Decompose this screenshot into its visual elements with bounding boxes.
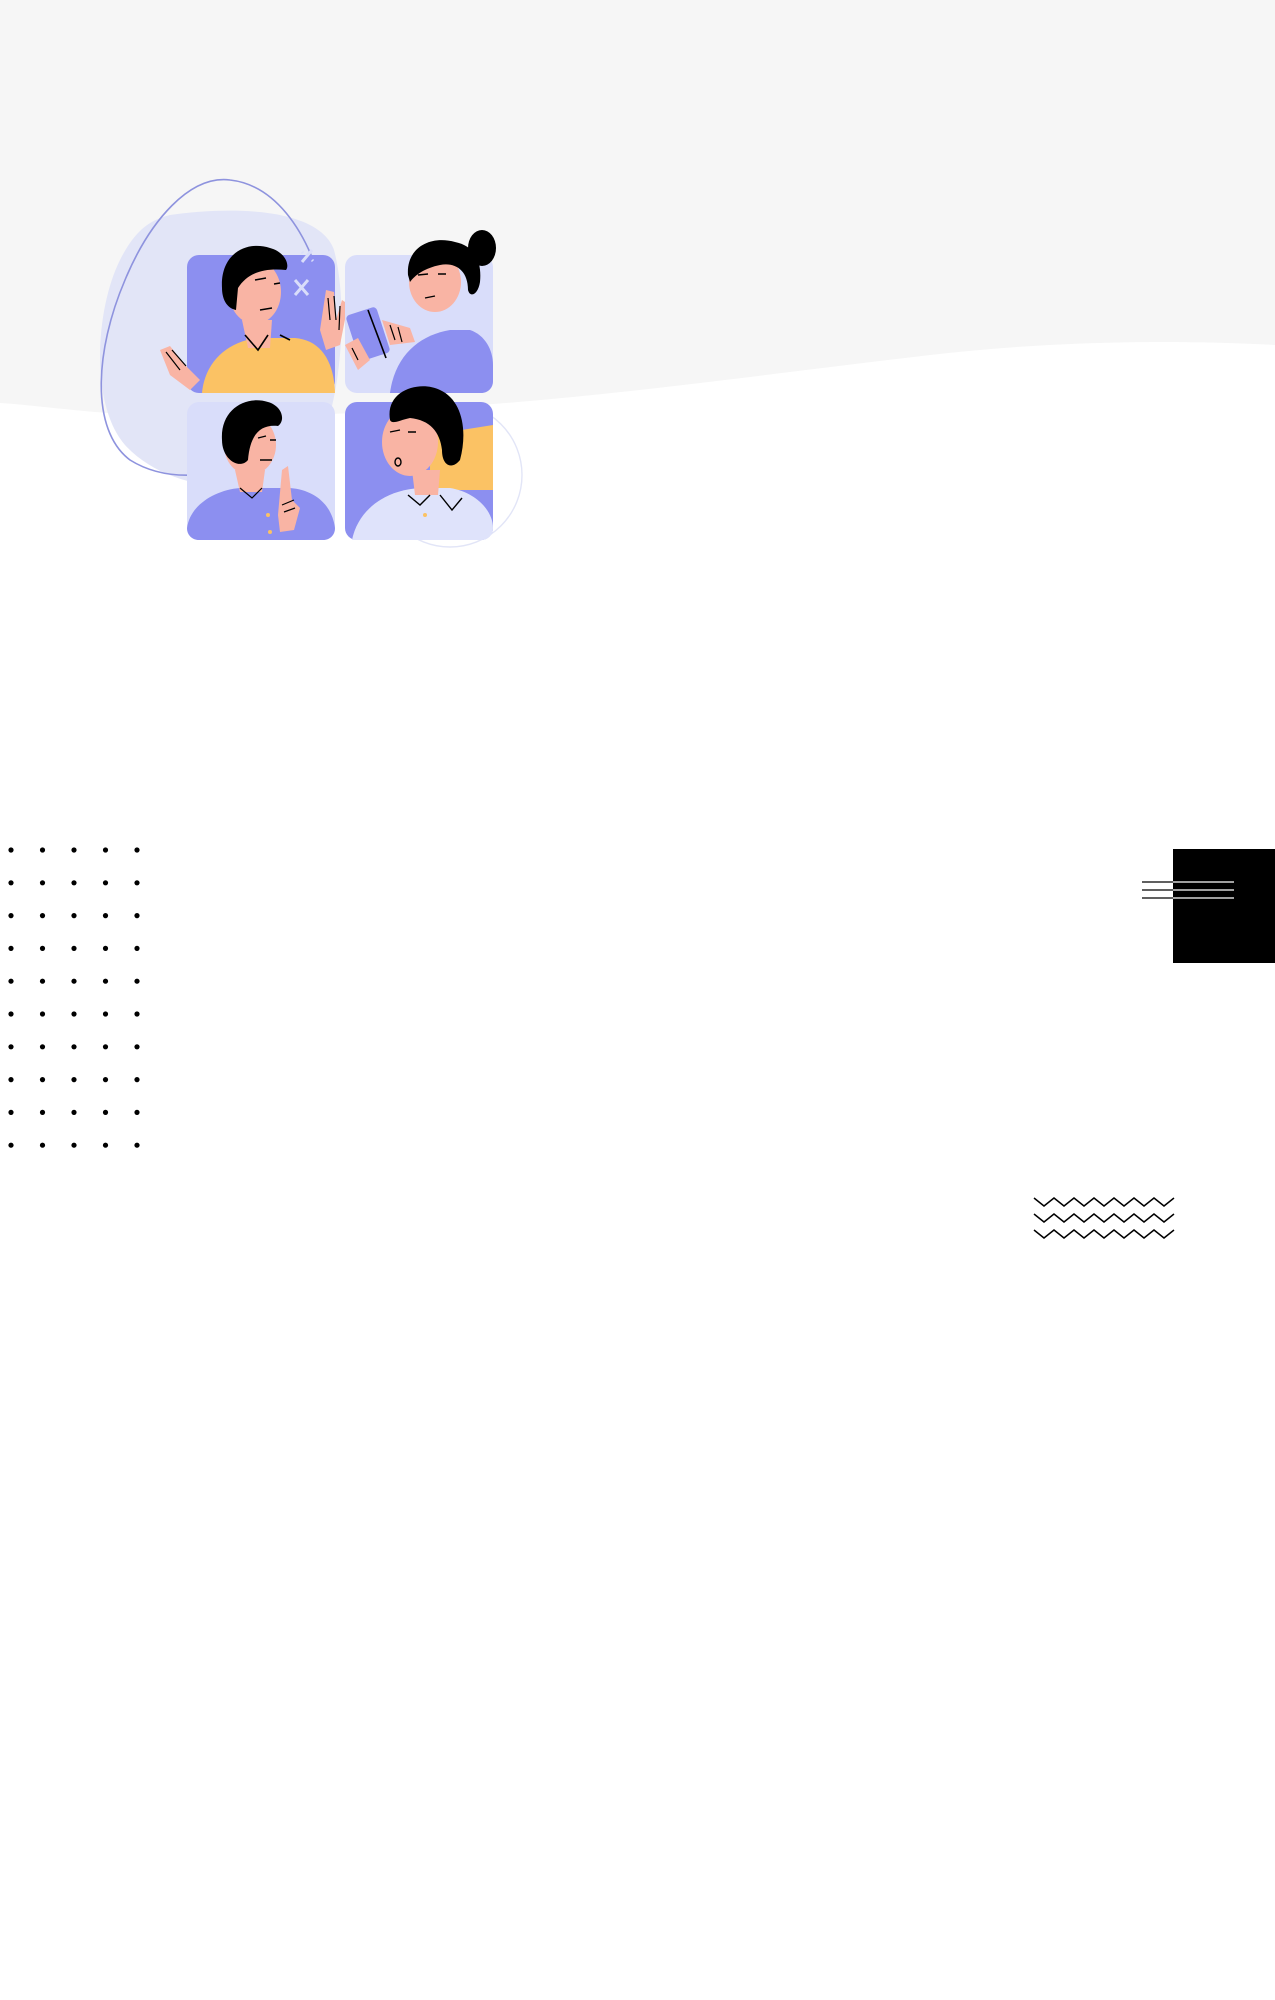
grid-dot bbox=[102, 1044, 109, 1050]
grid-dot bbox=[39, 913, 46, 919]
zigzag-line bbox=[1033, 1229, 1175, 1239]
grid-dot bbox=[71, 978, 77, 984]
grid-dot bbox=[71, 880, 77, 886]
grid-dot bbox=[134, 1044, 140, 1050]
grid-dot bbox=[134, 1011, 140, 1017]
grid-dot bbox=[8, 913, 14, 919]
grid-dot bbox=[102, 1142, 109, 1148]
grid-dot bbox=[134, 913, 140, 919]
grid-dot bbox=[8, 1044, 14, 1050]
grid-dot bbox=[71, 1142, 77, 1148]
participant-tile-man-waving bbox=[160, 245, 348, 393]
grid-dot bbox=[102, 945, 109, 951]
zigzag-line bbox=[1033, 1197, 1175, 1207]
zigzag-lines-decoration bbox=[1033, 1197, 1175, 1239]
grid-dot bbox=[39, 1044, 46, 1050]
grid-dot bbox=[71, 1011, 77, 1017]
participant-tile-man-wondering bbox=[345, 386, 493, 540]
grid-dot bbox=[71, 847, 77, 853]
participant-tile-man-thinking bbox=[187, 400, 335, 540]
grid-dot bbox=[134, 847, 140, 853]
grid-dot bbox=[8, 1142, 14, 1148]
grid-dot bbox=[8, 1077, 14, 1083]
black-block-decoration bbox=[1173, 849, 1275, 963]
grid-dot bbox=[39, 1077, 46, 1083]
video-call-illustration bbox=[100, 178, 523, 548]
grid-dot bbox=[39, 1142, 46, 1148]
grid-dot bbox=[102, 847, 109, 853]
grid-dot bbox=[102, 1077, 109, 1083]
grid-dot bbox=[134, 945, 140, 951]
grid-dot bbox=[71, 945, 77, 951]
dot-grid-decoration bbox=[8, 847, 140, 1148]
grid-dot bbox=[71, 1109, 77, 1115]
grid-dot bbox=[39, 945, 46, 951]
grid-dot bbox=[102, 1011, 109, 1017]
grid-dot bbox=[71, 913, 77, 919]
grid-dot bbox=[8, 945, 14, 951]
grid-dot bbox=[39, 880, 46, 886]
grid-dot bbox=[39, 1109, 46, 1115]
stripe-lines-decoration bbox=[1142, 881, 1234, 899]
grid-dot bbox=[39, 1011, 46, 1017]
grid-dot bbox=[8, 880, 14, 886]
participant-tile-woman-with-phone bbox=[345, 230, 496, 393]
grid-dot bbox=[134, 1109, 140, 1115]
grid-dot bbox=[102, 913, 109, 919]
grid-dot bbox=[102, 880, 109, 886]
grid-dot bbox=[102, 1109, 109, 1115]
grid-dot bbox=[39, 978, 46, 984]
grid-dot bbox=[71, 1044, 77, 1050]
grid-dot bbox=[39, 847, 46, 853]
grid-dot bbox=[102, 978, 109, 984]
grid-dot bbox=[71, 1077, 77, 1083]
grid-dot bbox=[8, 1109, 14, 1115]
zigzag-line bbox=[1033, 1213, 1175, 1223]
grid-dot bbox=[8, 847, 14, 853]
grid-dot bbox=[134, 880, 140, 886]
grid-dot bbox=[8, 978, 14, 984]
grid-dot bbox=[8, 1011, 14, 1017]
grid-dot bbox=[134, 978, 140, 984]
grid-dot bbox=[134, 1077, 140, 1083]
grid-dot bbox=[134, 1142, 140, 1148]
